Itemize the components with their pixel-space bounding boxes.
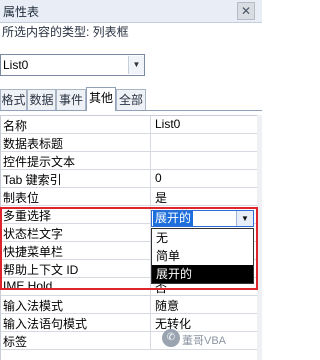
property-value[interactable]: 0 <box>155 171 162 185</box>
property-row[interactable]: 名称 List0 <box>1 116 262 134</box>
close-button[interactable]: ✕ <box>237 2 255 20</box>
grid-scrollbar[interactable] <box>257 115 262 360</box>
tab-3[interactable]: 其他 <box>86 87 116 111</box>
dropdown-option[interactable]: 无 <box>152 229 253 247</box>
property-name: 输入法模式 <box>3 299 64 313</box>
tab-4[interactable]: 全部 <box>116 89 146 110</box>
chevron-down-icon[interactable]: ▼ <box>128 56 144 74</box>
property-name: 标签 <box>3 335 28 349</box>
property-row[interactable]: 制表位 是 <box>1 188 262 206</box>
wechat-icon: ✆ <box>162 329 180 347</box>
column-divider <box>150 296 151 314</box>
tab-2[interactable]: 事件 <box>56 89 86 110</box>
column-divider <box>150 332 151 350</box>
panel-title: 属性表 <box>3 5 40 19</box>
property-row[interactable]: 输入法语句模式 无转化 <box>1 314 262 332</box>
column-divider <box>150 152 151 170</box>
property-name: IME Hold <box>3 279 53 293</box>
watermark-text: 董哥VBA <box>182 335 227 347</box>
dropdown-option[interactable]: 简单 <box>152 247 253 265</box>
column-divider <box>150 134 151 152</box>
panel-title-bar <box>0 0 262 23</box>
selection-type-label: 所选内容的类型: 列表框 <box>2 25 129 39</box>
dropdown-option[interactable]: 展开的 <box>152 265 253 283</box>
multi-select-dropdown-list: 无简单 展开的 <box>151 228 254 284</box>
property-row[interactable]: Tab 键索引 0 <box>1 170 262 188</box>
property-value[interactable]: 随意 <box>155 297 179 314</box>
object-selector-combo[interactable]: List0 ▼ <box>0 54 145 76</box>
object-selector-value: List0 <box>3 58 29 72</box>
column-divider <box>150 170 151 188</box>
close-icon: ✕ <box>240 4 252 18</box>
property-row[interactable]: 控件提示文本 <box>1 152 262 170</box>
property-row[interactable]: 数据表标题 <box>1 134 262 152</box>
property-name: 制表位 <box>3 191 40 205</box>
tab-1[interactable]: 数据 <box>27 89 56 110</box>
property-value[interactable]: 是 <box>155 189 167 206</box>
property-name: Tab 键索引 <box>3 173 62 187</box>
tab-0[interactable]: 格式 <box>0 89 27 110</box>
property-tabs: 格式 数据 事件 其他 全部 <box>0 87 262 111</box>
property-name: 状态栏文字 <box>3 227 64 241</box>
property-row[interactable]: 输入法模式 随意 <box>1 296 262 314</box>
property-value[interactable]: List0 <box>155 117 180 131</box>
property-name: 数据表标题 <box>3 137 64 151</box>
property-name: 控件提示文本 <box>3 155 76 169</box>
property-name: 名称 <box>3 119 28 133</box>
column-divider <box>150 116 151 134</box>
property-name: 快捷菜单栏 <box>3 245 64 259</box>
property-name: 帮助上下文 ID <box>3 263 79 277</box>
column-divider <box>150 314 151 332</box>
chevron-down-icon[interactable]: ▼ <box>236 211 253 226</box>
multi-select-value: 展开的 <box>153 211 194 226</box>
property-name: 输入法语句模式 <box>3 317 88 331</box>
multi-select-combo[interactable]: 展开的 ▼ <box>151 210 254 227</box>
column-divider <box>150 188 151 206</box>
property-name: 多重选择 <box>3 209 52 223</box>
